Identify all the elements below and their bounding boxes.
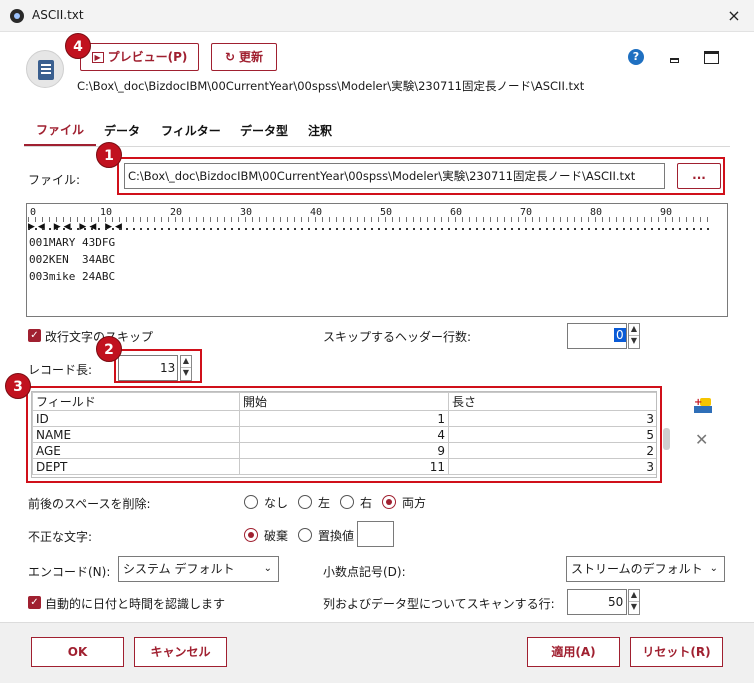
table-cell[interactable]: 5 xyxy=(448,426,656,443)
trim-left-label: 左 xyxy=(318,496,331,510)
callout-badge-3: 3 xyxy=(5,373,31,399)
tab-filter[interactable]: フィルター xyxy=(161,122,221,139)
title-bar xyxy=(0,0,754,32)
play-icon: ▶ xyxy=(91,52,104,63)
preview-line-2: 002KEN 34ABC xyxy=(29,253,116,266)
file-path-field[interactable]: C:\Box\_doc\BizdocIBM\00CurrentYear\00sp… xyxy=(124,163,665,189)
trim-right-label: 右 xyxy=(360,496,373,510)
auto-date-checkbox[interactable]: ✓ xyxy=(28,596,41,609)
callout-badge-2: 2 xyxy=(96,336,122,362)
encoding-select[interactable]: システム デフォルト ⌄ xyxy=(118,556,279,582)
ruler-scale xyxy=(28,217,712,222)
fields-table[interactable]: フィールド 開始 長さ ID 1 3 NAME 4 5 AGE 9 2 DEPT… xyxy=(32,392,656,475)
callout-badge-4: 4 xyxy=(65,33,91,59)
table-cell[interactable]: 4 xyxy=(239,426,449,443)
window-close-icon[interactable]: × xyxy=(722,4,746,28)
replace-value-input[interactable] xyxy=(357,521,394,547)
tab-data[interactable]: データ xyxy=(104,122,140,139)
file-label: ファイル: xyxy=(28,173,81,187)
browse-button[interactable]: ... xyxy=(677,163,721,189)
trim-both-label: 両方 xyxy=(402,496,427,510)
record-length-label: レコード長: xyxy=(28,363,93,377)
decimal-select[interactable]: ストリームのデフォルト ⌄ xyxy=(566,556,725,582)
record-length-value: 13 xyxy=(160,361,176,375)
table-cell[interactable]: 3 xyxy=(448,458,656,475)
header-skip-value: 0 xyxy=(614,328,626,342)
add-field-icon[interactable]: + xyxy=(694,398,712,414)
table-cell[interactable]: AGE xyxy=(32,442,240,459)
auto-date-label: 自動的に日付と時間を認識します xyxy=(45,597,226,611)
table-cell[interactable]: ID xyxy=(32,410,240,427)
table-row[interactable]: ID 1 3 xyxy=(32,410,656,427)
help-icon[interactable]: ? xyxy=(628,49,644,65)
table-row[interactable]: DEPT 11 3 xyxy=(32,458,656,475)
column-header-start[interactable]: 開始 xyxy=(239,392,449,411)
cancel-button[interactable]: キャンセル xyxy=(134,637,227,667)
reset-button[interactable]: リセット(R) xyxy=(630,637,723,667)
table-cell[interactable]: DEPT xyxy=(32,458,240,475)
skip-newline-checkbox[interactable]: ✓ xyxy=(28,329,41,342)
maximize-icon[interactable] xyxy=(704,51,719,64)
fields-table-frame: フィールド 開始 長さ ID 1 3 NAME 4 5 AGE 9 2 DEPT… xyxy=(31,391,657,478)
invalid-discard-label: 破棄 xyxy=(264,529,289,543)
trim-label: 前後のスペースを削除: xyxy=(28,497,151,511)
minimize-icon[interactable] xyxy=(670,58,679,63)
delete-field-icon[interactable]: ✕ xyxy=(695,430,708,449)
record-length-spinner[interactable]: ▲ ▼ xyxy=(180,355,192,381)
callout-badge-1: 1 xyxy=(96,142,122,168)
scan-rows-value: 50 xyxy=(608,595,624,609)
table-cell[interactable]: 2 xyxy=(448,442,656,459)
invalid-discard-radio[interactable] xyxy=(244,528,258,542)
table-row[interactable]: NAME 4 5 xyxy=(32,426,656,443)
refresh-icon: ↻ xyxy=(224,50,236,64)
fields-table-header: フィールド 開始 長さ xyxy=(32,392,656,411)
tab-type[interactable]: データ型 xyxy=(240,122,288,139)
preview-button[interactable]: ▶ プレビュー(P) xyxy=(80,43,199,71)
column-header-field[interactable]: フィールド xyxy=(32,392,240,411)
invalid-replace-radio[interactable] xyxy=(298,528,312,542)
app-icon xyxy=(10,9,24,23)
column-header-length[interactable]: 長さ xyxy=(448,392,656,411)
invalid-replace-label: 置換値 xyxy=(318,529,355,543)
trim-left-radio[interactable] xyxy=(298,495,312,509)
chevron-down-icon: ⌄ xyxy=(709,563,718,574)
file-path: C:\Box\_doc\BizdocIBM\00CurrentYear\00sp… xyxy=(77,79,585,93)
tab-annotation[interactable]: 注釈 xyxy=(308,122,332,139)
trim-none-label: なし xyxy=(264,496,289,510)
ok-button[interactable]: OK xyxy=(31,637,124,667)
preview-line-1: 001MARY 43DFG xyxy=(29,236,116,249)
trim-right-radio[interactable] xyxy=(340,495,354,509)
column-break-markers: ▶◀ ▶◀ ▶◀ ▶◀ xyxy=(28,222,125,232)
header-skip-label: スキップするヘッダー行数: xyxy=(323,330,472,344)
table-scrollbar[interactable] xyxy=(663,428,670,450)
node-icon xyxy=(26,50,64,88)
trim-none-radio[interactable] xyxy=(244,495,258,509)
table-cell[interactable]: NAME xyxy=(32,426,240,443)
tab-file[interactable]: ファイル xyxy=(36,121,84,138)
window-title: ASCII.txt xyxy=(32,8,84,22)
apply-button[interactable]: 適用(A) xyxy=(527,637,620,667)
ruler-dots xyxy=(28,228,712,230)
table-cell[interactable]: 11 xyxy=(239,458,449,475)
chevron-down-icon: ⌄ xyxy=(263,563,272,574)
encoding-label: エンコード(N): xyxy=(28,565,111,579)
tab-divider xyxy=(24,146,730,147)
table-row[interactable]: AGE 9 2 xyxy=(32,442,656,459)
scan-rows-spinner[interactable]: ▲ ▼ xyxy=(628,589,640,615)
invalid-label: 不正な文字: xyxy=(28,530,93,544)
decimal-label: 小数点記号(D): xyxy=(323,565,406,579)
refresh-button[interactable]: ↻ 更新 xyxy=(211,43,277,71)
scan-rows-label: 列およびデータ型についてスキャンする行: xyxy=(323,597,555,611)
preview-line-3: 003mike 24ABC xyxy=(29,270,116,283)
header-skip-spinner[interactable]: ▲ ▼ xyxy=(628,323,640,349)
table-cell[interactable]: 9 xyxy=(239,442,449,459)
table-cell[interactable]: 3 xyxy=(448,410,656,427)
trim-both-radio[interactable] xyxy=(382,495,396,509)
table-cell[interactable]: 1 xyxy=(239,410,449,427)
